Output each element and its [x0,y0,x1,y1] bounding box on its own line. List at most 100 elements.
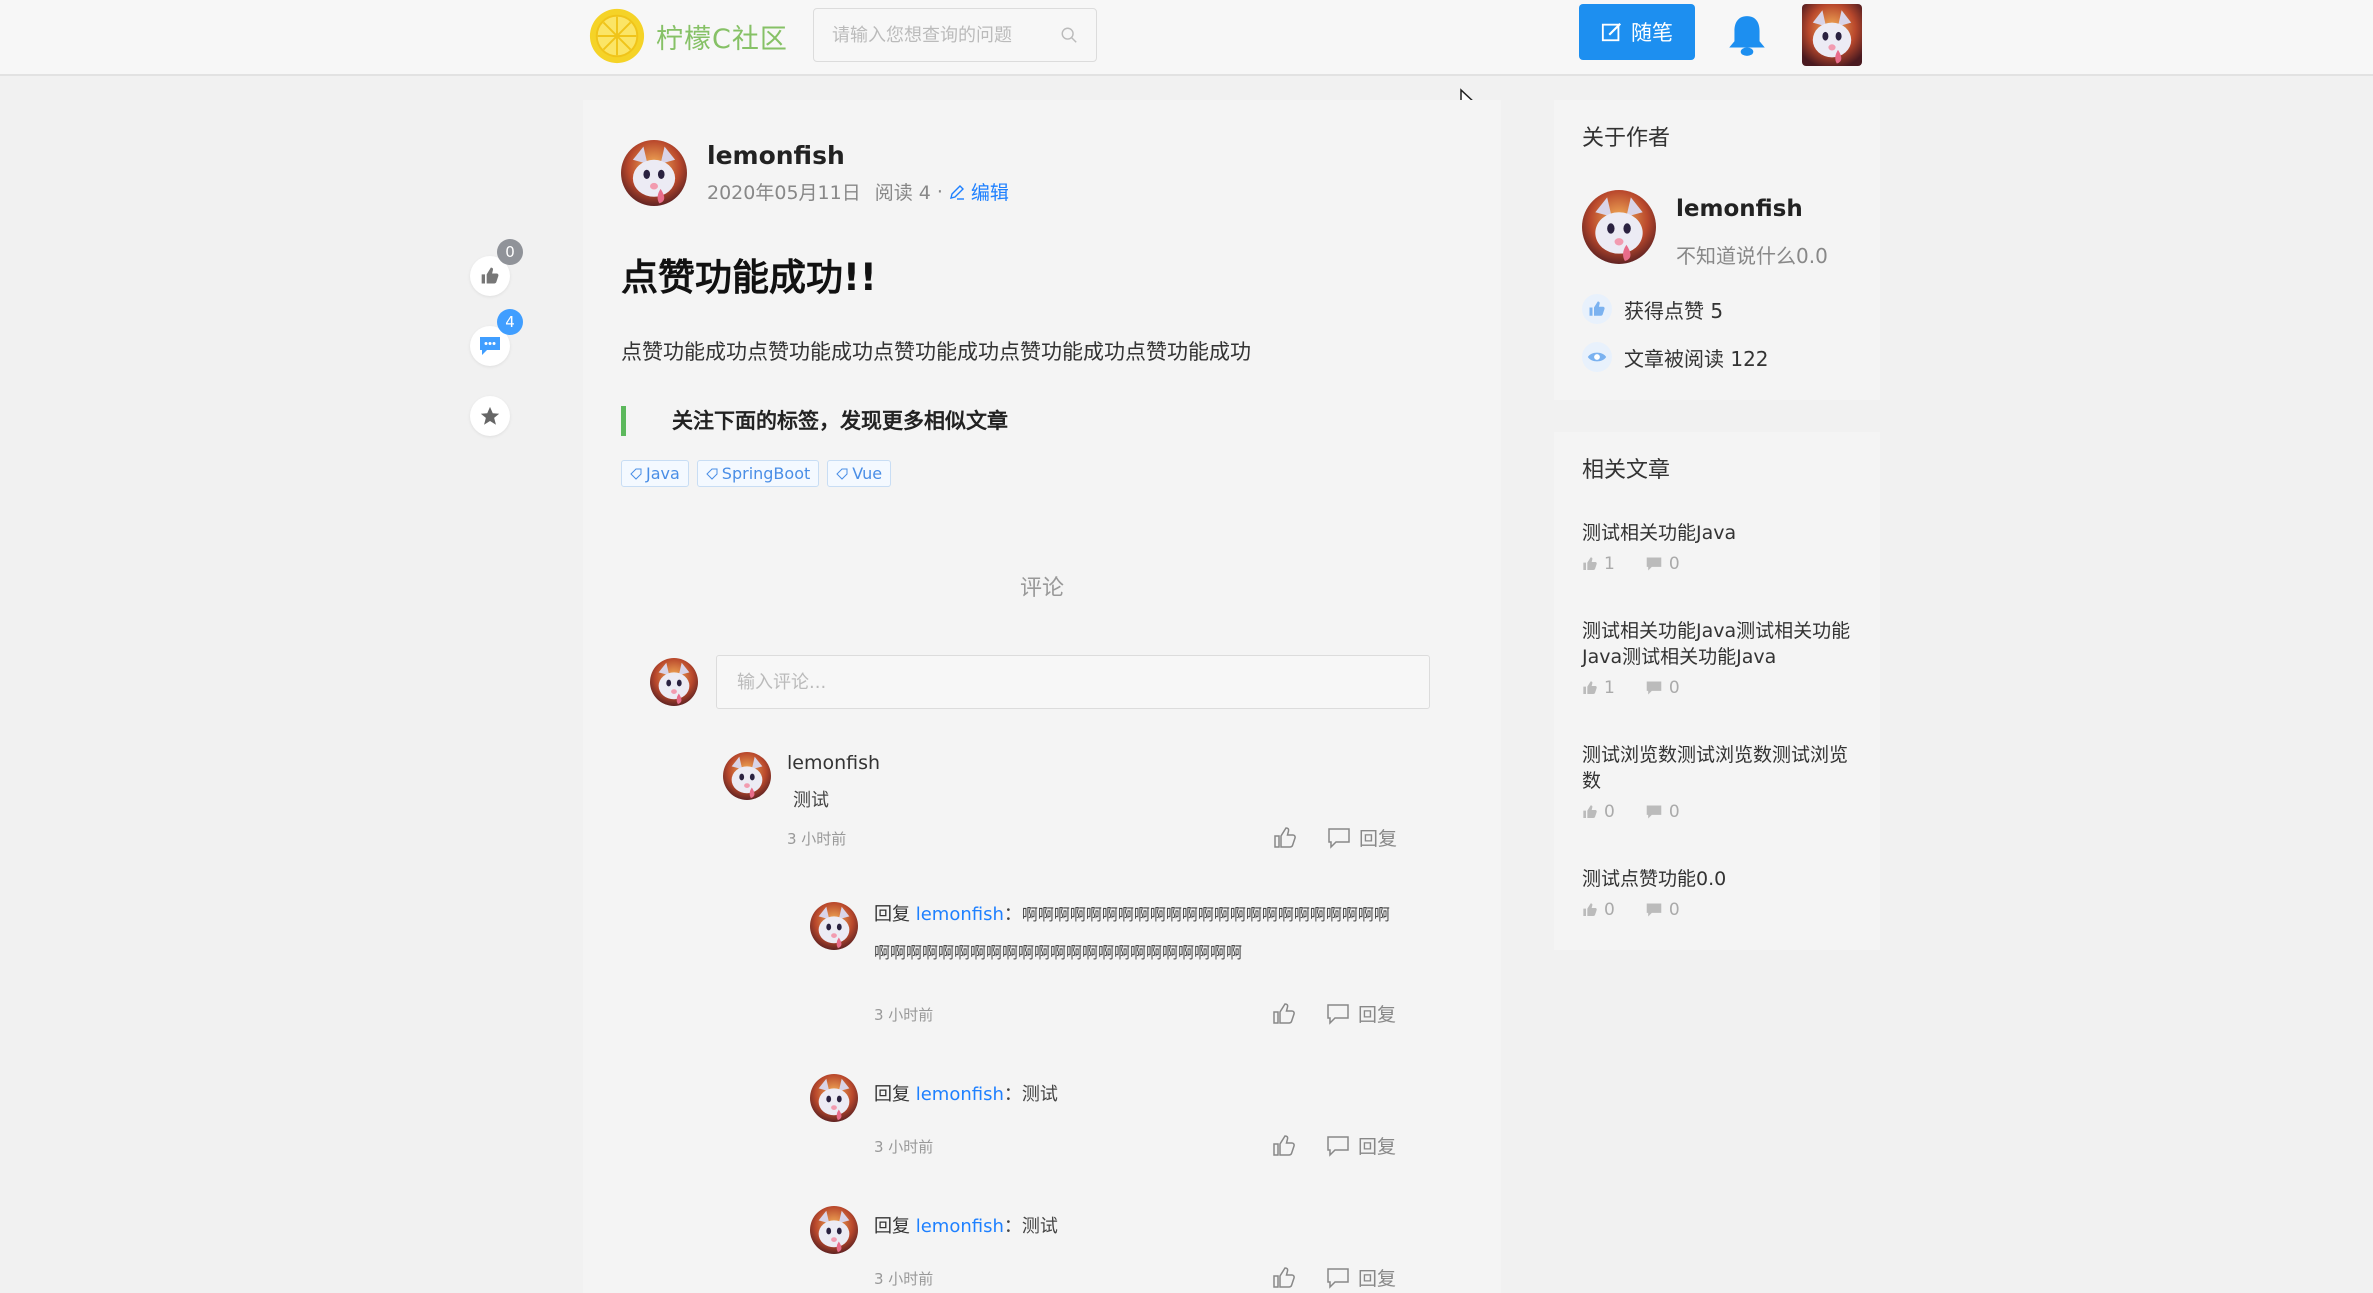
related-article-item[interactable]: 测试点赞功能0.0 0 0 [1582,866,1852,920]
comment-bubble-icon [1646,557,1662,571]
search-input[interactable] [832,24,1060,46]
related-article-item[interactable]: 测试浏览数测试浏览数测试浏览数 0 0 [1582,742,1852,822]
write-post-label: 随笔 [1631,21,1673,45]
reply-to-user[interactable]: lemonfish [916,1216,1004,1237]
tag-icon [836,468,848,480]
comment-bubble-icon [1646,805,1662,819]
related-like-count: 0 [1604,900,1615,920]
reply-to-user[interactable]: lemonfish [916,904,1004,925]
author-reads-stat: 文章被阅读 122 [1582,342,1769,372]
related-like-count: 1 [1604,554,1615,574]
tag-java[interactable]: Java [621,460,689,487]
comment-bubble-icon [1646,681,1662,695]
thumbs-up-icon [1583,681,1597,694]
commenter-avatar[interactable] [723,752,771,800]
article-card: lemonfish 2020年05月11日 阅读 4 · 编辑 点赞功能成功!!… [583,100,1501,1293]
reply-time: 3 小时前 [874,1006,934,1024]
edit-article-link[interactable]: 编辑 [949,178,1009,205]
reply-like-button[interactable] [1272,1134,1296,1158]
user-avatar[interactable] [1802,4,1862,66]
reply-content: 回复 lemonfish：测试 [874,1076,1394,1114]
reply-label: 回复 [1358,1268,1397,1290]
related-comment-count: 0 [1668,802,1680,822]
author-reads-label: 文章被阅读 122 [1624,346,1769,371]
write-post-button[interactable]: 随笔 [1579,4,1695,60]
tag-vue[interactable]: Vue [827,460,892,487]
comment-text: 测试 [793,790,829,811]
edit-label: 编辑 [970,182,1009,204]
reply-item: 回复 lemonfish：测试 3 小时前 回复 [810,1206,1470,1293]
reply-to-user[interactable]: lemonfish [916,1084,1004,1105]
reply-bubble-icon [1328,827,1350,849]
about-author-title: 关于作者 [1582,126,1671,151]
reply-colon: ： [1003,904,1022,925]
reply-reply-button[interactable]: 回复 [1326,1132,1396,1159]
thumbs-up-icon [1583,805,1597,818]
author-avatar[interactable] [621,140,687,206]
reply-text: 测试 [1021,1084,1058,1105]
bell-icon[interactable] [1726,12,1768,58]
about-author-avatar[interactable] [1582,190,1656,264]
related-article-title[interactable]: 测试相关功能Java测试相关功能Java测试相关功能Java [1582,618,1852,670]
related-articles-card: 相关文章 测试相关功能Java 1 0 测试相关功能Java测试相关功能Java… [1554,432,1880,950]
reply-like-button[interactable] [1272,1266,1296,1290]
reply-avatar[interactable] [810,902,858,950]
top-navbar: 柠檬C社区 随笔 [0,0,2373,76]
related-article-item[interactable]: 测试相关功能Java 1 0 [1582,520,1852,574]
reply-reply-button[interactable]: 回复 [1326,1264,1396,1291]
tag-icon [630,468,642,480]
thumbs-up-outline-icon [1273,1266,1295,1288]
reply-time: 3 小时前 [874,1270,934,1288]
author-likes-label: 获得点赞 5 [1624,298,1724,323]
comments-heading: 评论 [1019,576,1064,601]
tag-icon [706,468,718,480]
related-article-title[interactable]: 测试相关功能Java [1582,520,1852,546]
reply-bubble-icon [1327,1003,1349,1025]
lemon-logo-icon [589,8,645,64]
reply-actions: 回复 [1272,1264,1396,1291]
reply-avatar[interactable] [810,1074,858,1122]
reply-label: 回复 [1358,1136,1397,1158]
thumbs-up-outline-icon [1274,826,1296,848]
related-article-item[interactable]: 测试相关功能Java测试相关功能Java测试相关功能Java 1 0 [1582,618,1852,698]
article-title: 点赞功能成功!! [621,256,877,299]
comment-article-button[interactable]: 4 [470,309,523,366]
related-comment-count: 0 [1668,900,1680,920]
comment-item: lemonfish 测试 3 小时前 回复 [723,752,1463,872]
tag-label: Vue [852,464,883,483]
edit-square-icon [1601,22,1622,42]
related-article-title[interactable]: 测试浏览数测试浏览数测试浏览数 [1582,742,1852,794]
related-comment-count: 0 [1668,678,1680,698]
reply-avatar[interactable] [810,1206,858,1254]
thumbs-up-icon [1583,557,1597,570]
reply-label: 回复 [1358,1004,1397,1026]
reply-item: 回复 lemonfish：测试 3 小时前 回复 [810,1074,1470,1174]
author-name[interactable]: lemonfish [707,141,1009,170]
reply-like-button[interactable] [1272,1002,1296,1026]
reply-reply-button[interactable]: 回复 [1326,1000,1396,1027]
related-title: 相关文章 [1582,458,1671,483]
thumbs-up-outline-icon [1273,1134,1295,1156]
thumbs-up-outline-icon [1273,1002,1295,1024]
commenter-name[interactable]: lemonfish [787,752,880,774]
reply-bubble-icon [1327,1267,1349,1289]
comment-actions: 回复 [1273,824,1397,851]
search-box[interactable] [813,8,1097,62]
favorite-article-button[interactable] [470,396,510,436]
about-author-name[interactable]: lemonfish [1676,196,1803,222]
thumbs-up-icon [1583,903,1597,916]
reply-prefix: 回复 [874,1084,910,1105]
comment-reply-button[interactable]: 回复 [1327,824,1397,851]
reply-label: 回复 [1359,828,1398,850]
comment-like-button[interactable] [1273,826,1297,850]
reply-colon: ： [1003,1216,1022,1237]
tag-springboot[interactable]: SpringBoot [696,460,820,487]
publish-date: 2020年05月11日 [707,182,861,204]
search-icon[interactable] [1060,26,1078,44]
like-article-button[interactable]: 0 [470,239,523,296]
related-article-title[interactable]: 测试点赞功能0.0 [1582,866,1852,892]
comment-time: 3 小时前 [787,830,847,848]
site-logo[interactable]: 柠檬C社区 [588,7,788,65]
current-user-avatar [650,658,698,706]
comment-input[interactable] [716,655,1430,709]
